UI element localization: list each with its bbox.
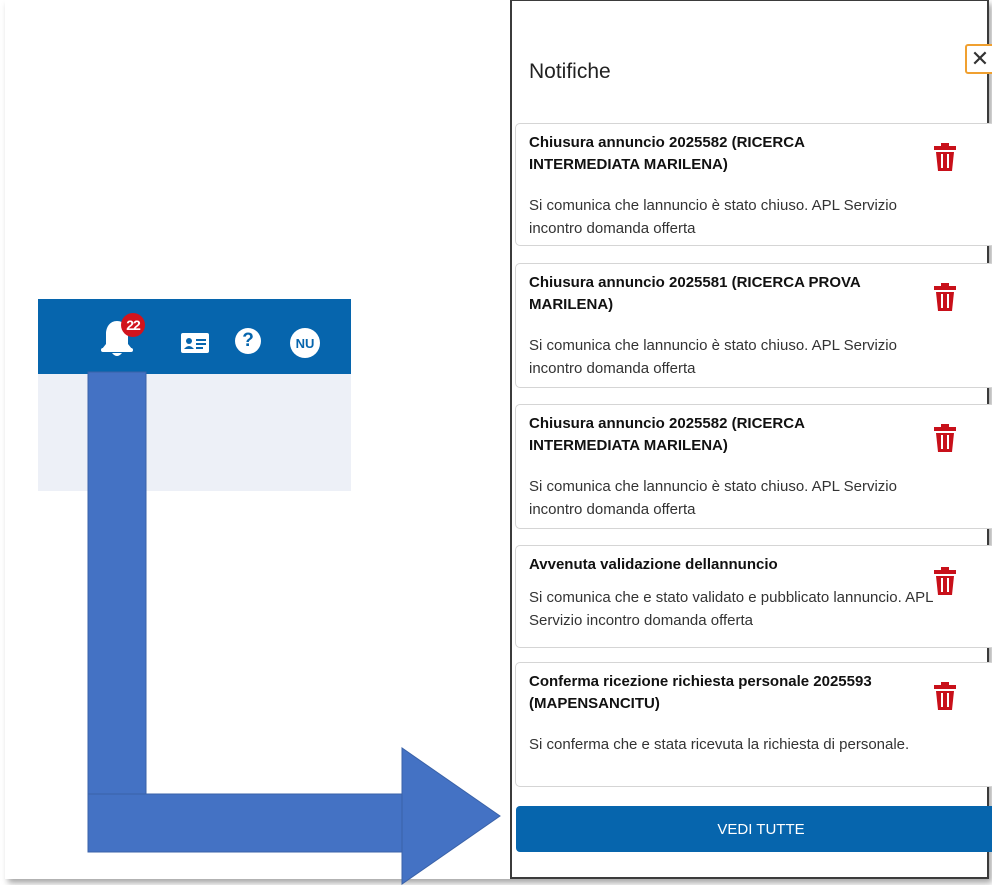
view-all-button[interactable]: VEDI TUTTE <box>516 806 992 852</box>
panel-title: Notifiche <box>529 60 611 83</box>
help-icon[interactable]: ? <box>235 328 261 354</box>
trash-icon[interactable] <box>933 282 957 312</box>
pane-divider <box>510 0 512 879</box>
notification-title: Chiusura annuncio 2025582 (RICERCA INTER… <box>529 415 805 454</box>
trash-icon[interactable] <box>933 142 957 172</box>
notification-body: Si conferma che e stata ricevuta la rich… <box>529 736 910 753</box>
notification-body: Si comunica che lannuncio è stato chiuso… <box>529 337 897 377</box>
notification-card[interactable]: Avvenuta validazione dellannuncio Si com… <box>515 545 992 648</box>
id-card-icon[interactable] <box>180 331 210 355</box>
trash-icon[interactable] <box>933 681 957 711</box>
notification-title: Avvenuta validazione dellannuncio <box>529 556 778 573</box>
content-area <box>38 374 351 491</box>
close-button[interactable]: ✕ <box>965 44 992 74</box>
notification-title: Chiusura annuncio 2025582 (RICERCA INTER… <box>529 134 805 173</box>
notification-title: Chiusura annuncio 2025581 (RICERCA PROVA… <box>529 274 861 313</box>
trash-icon[interactable] <box>933 566 957 596</box>
notification-count-badge: 22 <box>121 313 145 337</box>
notification-card[interactable]: Conferma ricezione richiesta personale 2… <box>515 662 992 787</box>
notification-card[interactable]: Chiusura annuncio 2025581 (RICERCA PROVA… <box>515 263 992 388</box>
notification-card[interactable]: Chiusura annuncio 2025582 (RICERCA INTER… <box>515 404 992 529</box>
notification-title: Conferma ricezione richiesta personale 2… <box>529 673 872 712</box>
trash-icon[interactable] <box>933 423 957 453</box>
user-avatar[interactable]: NU <box>290 328 320 358</box>
notification-card[interactable]: Chiusura annuncio 2025582 (RICERCA INTER… <box>515 123 992 246</box>
notification-body: Si comunica che e stato validato e pubbl… <box>529 589 933 629</box>
notification-body: Si comunica che lannuncio è stato chiuso… <box>529 478 897 518</box>
notification-body: Si comunica che lannuncio è stato chiuso… <box>529 197 897 237</box>
